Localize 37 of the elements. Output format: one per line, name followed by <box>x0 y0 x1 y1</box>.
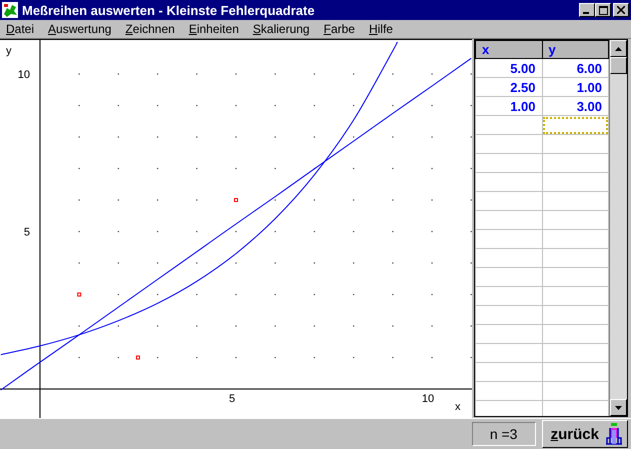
maximize-icon <box>598 6 608 14</box>
count-display: n =3 <box>472 422 536 446</box>
data-point <box>136 356 140 360</box>
menu-item[interactable]: Skalierung <box>252 22 310 36</box>
column-header: x <box>476 40 542 58</box>
scroll-thumb[interactable] <box>610 57 627 74</box>
menu-item[interactable]: Zeichnen <box>125 22 175 36</box>
down-arrow-icon <box>615 406 622 410</box>
menu-item[interactable]: Auswertung <box>48 22 112 36</box>
table-cell[interactable]: 2.50 <box>476 78 542 96</box>
tick-label: 5 <box>228 393 236 406</box>
up-arrow-icon <box>615 46 622 50</box>
back-button[interactable]: zurück <box>542 420 628 448</box>
axis-label: y <box>6 45 12 57</box>
data-point <box>234 198 238 202</box>
scroll-up-button[interactable] <box>610 40 627 57</box>
column-header: y <box>542 40 608 58</box>
menu-item[interactable]: Einheiten <box>188 22 239 36</box>
input-cell[interactable] <box>542 116 608 134</box>
window-title: Meßreihen auswerten - Kleinste Fehlerquadrate <box>22 2 316 18</box>
tick-label: 5 <box>24 226 30 239</box>
tick-label: 10 <box>18 69 30 82</box>
scrollbar[interactable] <box>609 40 627 416</box>
tick-label: 10 <box>422 393 434 406</box>
menu-item[interactable]: Hilfe <box>368 22 393 36</box>
table-cell[interactable]: 1.00 <box>476 96 542 116</box>
menu-item[interactable]: Farbe <box>324 22 355 36</box>
close-icon <box>617 6 625 14</box>
table-cell[interactable]: 5.00 <box>476 58 542 78</box>
input-cell[interactable] <box>476 116 542 134</box>
menu-item[interactable]: Datei <box>6 22 34 36</box>
close-button[interactable] <box>613 3 629 17</box>
scroll-down-button[interactable] <box>610 399 627 416</box>
data-point <box>77 292 82 297</box>
minimize-button[interactable] <box>579 3 595 17</box>
axis-label: x <box>455 401 460 413</box>
maximize-button[interactable] <box>595 3 611 17</box>
